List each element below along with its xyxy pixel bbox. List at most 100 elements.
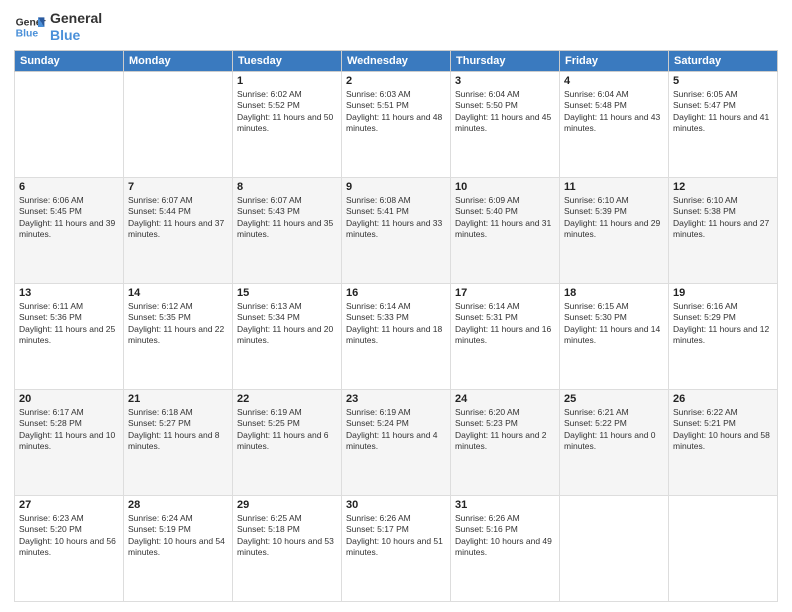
calendar-cell: 25 Sunrise: 6:21 AM Sunset: 5:22 PM Dayli…: [560, 389, 669, 495]
day-number: 23: [346, 393, 446, 405]
calendar-cell: 28 Sunrise: 6:24 AM Sunset: 5:19 PM Dayli…: [124, 495, 233, 601]
day-info: Sunrise: 6:17 AM Sunset: 5:28 PM Dayligh…: [19, 407, 119, 453]
calendar-cell: 1 Sunrise: 6:02 AM Sunset: 5:52 PM Daylig…: [233, 71, 342, 177]
day-number: 11: [564, 181, 664, 193]
logo-icon: General Blue: [14, 11, 46, 43]
day-number: 1: [237, 75, 337, 87]
calendar-cell: 13Sunrise: 6:11 AM Sunset: 5:36 PM Dayli…: [15, 283, 124, 389]
day-number: 5: [673, 75, 773, 87]
day-info: Sunrise: 6:13 AM Sunset: 5:34 PM Dayligh…: [237, 301, 337, 347]
day-number: 12: [673, 181, 773, 193]
day-info: Sunrise: 6:06 AM Sunset: 5:45 PM Dayligh…: [19, 195, 119, 241]
day-info: Sunrise: 6:15 AM Sunset: 5:30 PM Dayligh…: [564, 301, 664, 347]
day-number: 15: [237, 287, 337, 299]
calendar-cell: 16 Sunrise: 6:14 AM Sunset: 5:33 PM Dayli…: [342, 283, 451, 389]
day-number: 8: [237, 181, 337, 193]
day-info: Sunrise: 6:24 AM Sunset: 5:19 PM Dayligh…: [128, 513, 228, 559]
weekday-wednesday: Wednesday: [342, 50, 451, 71]
weekday-friday: Friday: [560, 50, 669, 71]
day-info: Sunrise: 6:20 AM Sunset: 5:23 PM Dayligh…: [455, 407, 555, 453]
day-number: 16: [346, 287, 446, 299]
calendar-cell: 26Sunrise: 6:22 AM Sunset: 5:21 PM Dayli…: [669, 389, 778, 495]
logo-text: GeneralBlue: [50, 10, 102, 44]
day-info: Sunrise: 6:19 AM Sunset: 5:25 PM Dayligh…: [237, 407, 337, 453]
week-row: 1 Sunrise: 6:02 AM Sunset: 5:52 PM Daylig…: [15, 71, 778, 177]
day-number: 24: [455, 393, 555, 405]
day-info: Sunrise: 6:10 AM Sunset: 5:38 PM Dayligh…: [673, 195, 773, 241]
calendar-table: SundayMondayTuesdayWednesdayThursdayFrid…: [14, 50, 778, 602]
week-row: 6 Sunrise: 6:06 AM Sunset: 5:45 PM Daylig…: [15, 177, 778, 283]
day-info: Sunrise: 6:16 AM Sunset: 5:29 PM Dayligh…: [673, 301, 773, 347]
calendar-cell: 12 Sunrise: 6:10 AM Sunset: 5:38 PM Dayli…: [669, 177, 778, 283]
day-number: 14: [128, 287, 228, 299]
day-info: Sunrise: 6:14 AM Sunset: 5:33 PM Dayligh…: [346, 301, 446, 347]
logo: General Blue GeneralBlue: [14, 10, 102, 44]
day-number: 3: [455, 75, 555, 87]
day-number: 9: [346, 181, 446, 193]
calendar-cell: 6 Sunrise: 6:06 AM Sunset: 5:45 PM Daylig…: [15, 177, 124, 283]
weekday-tuesday: Tuesday: [233, 50, 342, 71]
weekday-saturday: Saturday: [669, 50, 778, 71]
day-info: Sunrise: 6:08 AM Sunset: 5:41 PM Dayligh…: [346, 195, 446, 241]
calendar-cell: [560, 495, 669, 601]
calendar-cell: 19Sunrise: 6:16 AM Sunset: 5:29 PM Dayli…: [669, 283, 778, 389]
day-info: Sunrise: 6:25 AM Sunset: 5:18 PM Dayligh…: [237, 513, 337, 559]
calendar-cell: 27 Sunrise: 6:23 AM Sunset: 5:20 PM Dayli…: [15, 495, 124, 601]
calendar-cell: 29Sunrise: 6:25 AM Sunset: 5:18 PM Dayli…: [233, 495, 342, 601]
day-info: Sunrise: 6:10 AM Sunset: 5:39 PM Dayligh…: [564, 195, 664, 241]
day-info: Sunrise: 6:22 AM Sunset: 5:21 PM Dayligh…: [673, 407, 773, 453]
calendar-cell: 8 Sunrise: 6:07 AM Sunset: 5:43 PM Daylig…: [233, 177, 342, 283]
day-info: Sunrise: 6:18 AM Sunset: 5:27 PM Dayligh…: [128, 407, 228, 453]
calendar-cell: 30 Sunrise: 6:26 AM Sunset: 5:17 PM Dayli…: [342, 495, 451, 601]
calendar-cell: 3 Sunrise: 6:04 AM Sunset: 5:50 PM Daylig…: [451, 71, 560, 177]
day-info: Sunrise: 6:26 AM Sunset: 5:16 PM Dayligh…: [455, 513, 555, 559]
day-number: 30: [346, 499, 446, 511]
day-info: Sunrise: 6:26 AM Sunset: 5:17 PM Dayligh…: [346, 513, 446, 559]
calendar-cell: 2Sunrise: 6:03 AM Sunset: 5:51 PM Daylig…: [342, 71, 451, 177]
day-info: Sunrise: 6:14 AM Sunset: 5:31 PM Dayligh…: [455, 301, 555, 347]
calendar-cell: 24 Sunrise: 6:20 AM Sunset: 5:23 PM Dayli…: [451, 389, 560, 495]
day-info: Sunrise: 6:02 AM Sunset: 5:52 PM Dayligh…: [237, 89, 337, 135]
weekday-monday: Monday: [124, 50, 233, 71]
day-number: 6: [19, 181, 119, 193]
header: General Blue GeneralBlue: [14, 10, 778, 44]
day-info: Sunrise: 6:12 AM Sunset: 5:35 PM Dayligh…: [128, 301, 228, 347]
calendar-cell: 31Sunrise: 6:26 AM Sunset: 5:16 PM Dayli…: [451, 495, 560, 601]
day-info: Sunrise: 6:23 AM Sunset: 5:20 PM Dayligh…: [19, 513, 119, 559]
week-row: 27 Sunrise: 6:23 AM Sunset: 5:20 PM Dayli…: [15, 495, 778, 601]
day-number: 13: [19, 287, 119, 299]
day-number: 27: [19, 499, 119, 511]
day-number: 28: [128, 499, 228, 511]
week-row: 20Sunrise: 6:17 AM Sunset: 5:28 PM Dayli…: [15, 389, 778, 495]
day-number: 22: [237, 393, 337, 405]
calendar-cell: 7Sunrise: 6:07 AM Sunset: 5:44 PM Daylig…: [124, 177, 233, 283]
calendar-cell: 17 Sunrise: 6:14 AM Sunset: 5:31 PM Dayli…: [451, 283, 560, 389]
calendar-cell: 10 Sunrise: 6:09 AM Sunset: 5:40 PM Dayli…: [451, 177, 560, 283]
day-number: 4: [564, 75, 664, 87]
calendar-cell: 21Sunrise: 6:18 AM Sunset: 5:27 PM Dayli…: [124, 389, 233, 495]
weekday-header: SundayMondayTuesdayWednesdayThursdayFrid…: [15, 50, 778, 71]
calendar-cell: 4 Sunrise: 6:04 AM Sunset: 5:48 PM Daylig…: [560, 71, 669, 177]
day-info: Sunrise: 6:21 AM Sunset: 5:22 PM Dayligh…: [564, 407, 664, 453]
day-info: Sunrise: 6:04 AM Sunset: 5:50 PM Dayligh…: [455, 89, 555, 135]
day-number: 10: [455, 181, 555, 193]
calendar-cell: 20Sunrise: 6:17 AM Sunset: 5:28 PM Dayli…: [15, 389, 124, 495]
calendar-cell: [124, 71, 233, 177]
calendar-cell: 18 Sunrise: 6:15 AM Sunset: 5:30 PM Dayli…: [560, 283, 669, 389]
day-number: 7: [128, 181, 228, 193]
calendar-cell: 14 Sunrise: 6:12 AM Sunset: 5:35 PM Dayli…: [124, 283, 233, 389]
day-info: Sunrise: 6:09 AM Sunset: 5:40 PM Dayligh…: [455, 195, 555, 241]
calendar-cell: 23Sunrise: 6:19 AM Sunset: 5:24 PM Dayli…: [342, 389, 451, 495]
weekday-thursday: Thursday: [451, 50, 560, 71]
day-info: Sunrise: 6:04 AM Sunset: 5:48 PM Dayligh…: [564, 89, 664, 135]
week-row: 13Sunrise: 6:11 AM Sunset: 5:36 PM Dayli…: [15, 283, 778, 389]
calendar-cell: 15 Sunrise: 6:13 AM Sunset: 5:34 PM Dayli…: [233, 283, 342, 389]
calendar-cell: 9 Sunrise: 6:08 AM Sunset: 5:41 PM Daylig…: [342, 177, 451, 283]
day-info: Sunrise: 6:07 AM Sunset: 5:43 PM Dayligh…: [237, 195, 337, 241]
day-info: Sunrise: 6:03 AM Sunset: 5:51 PM Dayligh…: [346, 89, 446, 135]
calendar-cell: 5Sunrise: 6:05 AM Sunset: 5:47 PM Daylig…: [669, 71, 778, 177]
calendar-cell: [15, 71, 124, 177]
day-number: 25: [564, 393, 664, 405]
day-number: 18: [564, 287, 664, 299]
day-number: 17: [455, 287, 555, 299]
